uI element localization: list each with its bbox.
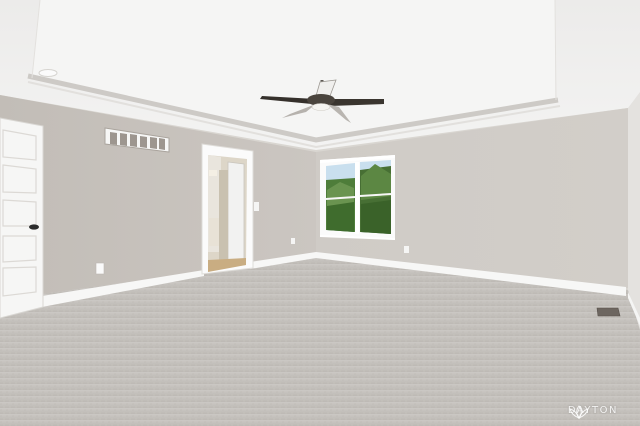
wall-outlet-back (404, 246, 409, 253)
smoke-detector (38, 69, 58, 77)
double-window (320, 155, 395, 240)
lotus-logo-icon (569, 405, 589, 419)
floor-vent (596, 307, 621, 317)
watermark: DAYTON (568, 405, 618, 419)
fan-light (311, 103, 331, 111)
light-switch (254, 202, 259, 211)
wall-outlet-left (95, 262, 105, 275)
bathroom-doorway (201, 143, 254, 275)
door-handle (29, 224, 39, 230)
bedroom-door (0, 117, 44, 319)
empty-bedroom-photo: DAYTON (0, 0, 640, 426)
right-wall (628, 92, 640, 330)
wall-outlet-center (291, 238, 295, 244)
room-illustration (0, 0, 640, 426)
